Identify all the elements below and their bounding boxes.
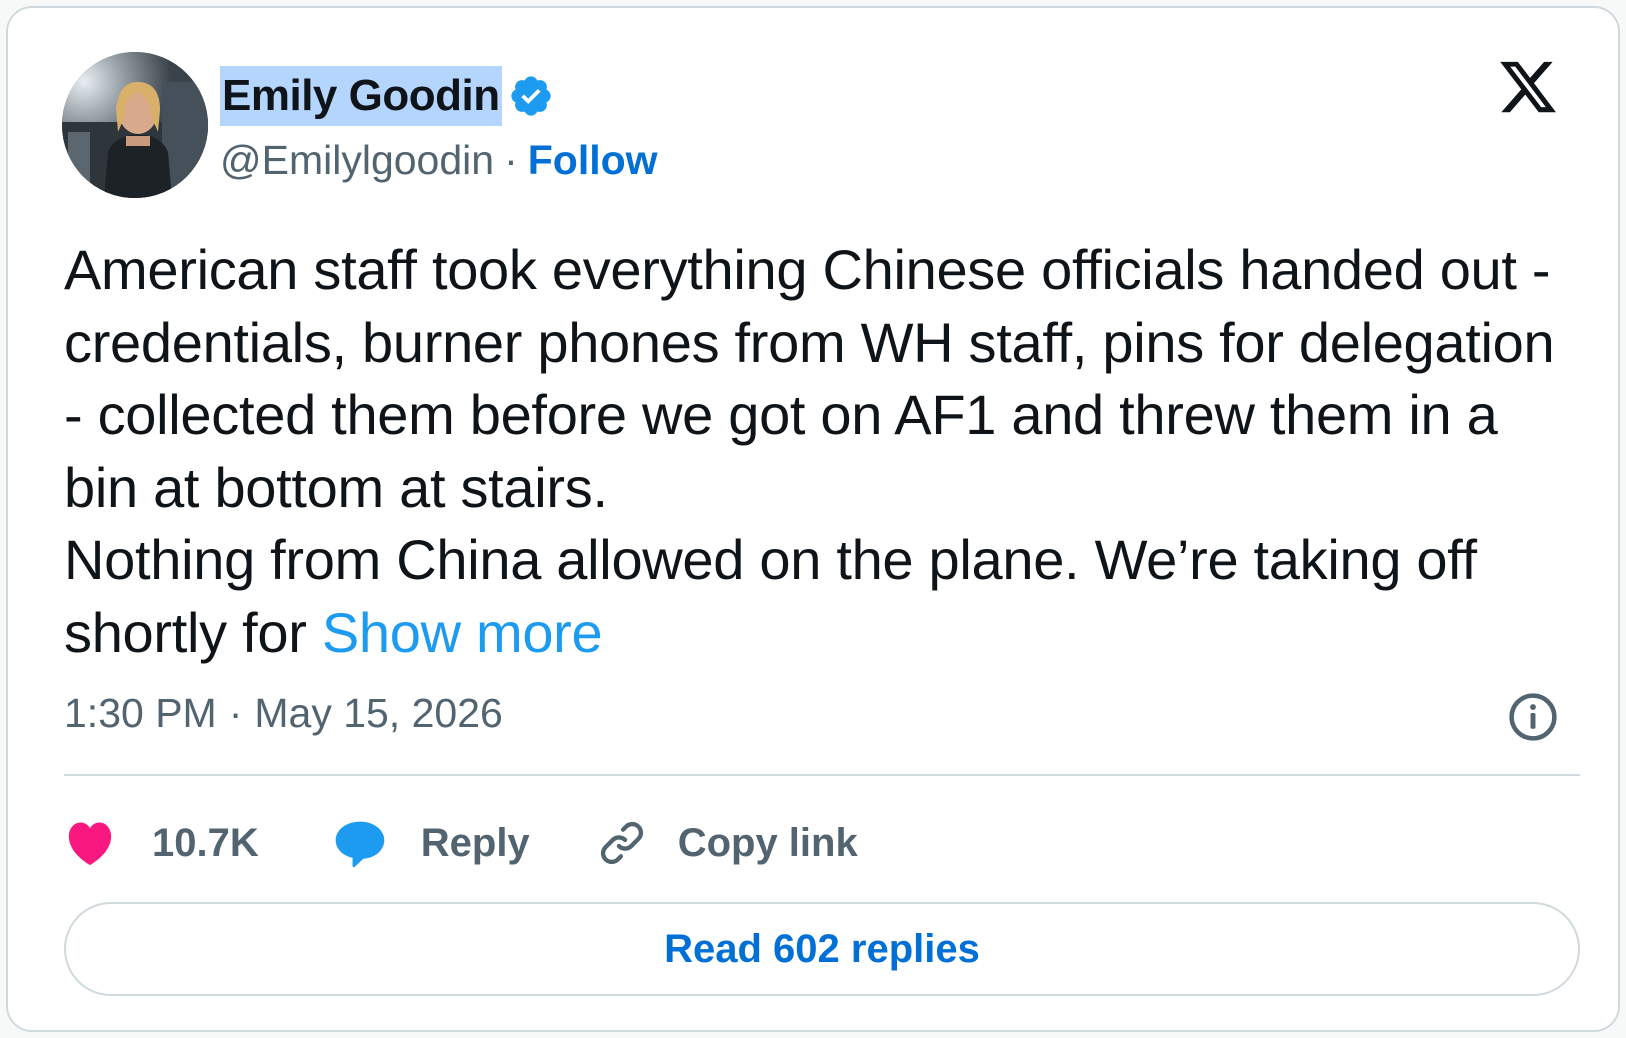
reply-button[interactable]: Reply: [333, 818, 530, 868]
tweet-embed-card: Emily Goodin @Emilylgoodin · Follow Amer…: [6, 6, 1620, 1032]
tweet-timestamp[interactable]: 1:30 PM · May 15, 2026: [64, 690, 503, 737]
tweet-time: 1:30 PM: [64, 690, 217, 736]
like-button[interactable]: 10.7K: [64, 819, 259, 867]
heart-icon: [68, 822, 112, 866]
avatar[interactable]: [62, 52, 208, 198]
copy-link-button[interactable]: Copy link: [596, 817, 858, 869]
divider: [64, 774, 1580, 776]
info-icon[interactable]: [1506, 690, 1560, 744]
tweet-date: May 15, 2026: [254, 690, 503, 736]
show-more-link[interactable]: Show more: [322, 601, 603, 664]
read-replies-button[interactable]: Read 602 replies: [64, 902, 1580, 996]
copy-link-label: Copy link: [677, 820, 858, 865]
speech-bubble-icon: [335, 821, 385, 868]
reply-label: Reply: [420, 820, 530, 865]
tweet-text: American staff took everything Chinese o…: [64, 234, 1584, 669]
author-handle-row: @Emilylgoodin · Follow: [220, 132, 658, 188]
timestamp-separator: ·: [228, 690, 243, 736]
link-icon: [600, 821, 643, 865]
author-name-row: Emily Goodin: [220, 64, 554, 128]
tweet-paragraph-last: Nothing from China allowed on the plane.…: [64, 524, 1584, 669]
tweet-paragraph: American staff took everything Chinese o…: [64, 238, 1555, 519]
tweet-paragraph-text: Nothing from China allowed on the plane.…: [64, 528, 1477, 664]
action-bar: 10.7K Reply Copy link: [64, 808, 858, 878]
follow-button[interactable]: Follow: [528, 137, 658, 184]
verified-badge-icon: [510, 76, 551, 116]
x-logo-icon[interactable]: [1496, 56, 1560, 118]
handle-separator: ·: [504, 136, 518, 183]
author-display-name[interactable]: Emily Goodin: [220, 66, 502, 126]
likes-count: 10.7K: [152, 820, 259, 865]
avatar-photo: [62, 52, 208, 198]
author-handle[interactable]: @Emilylgoodin: [220, 137, 494, 184]
